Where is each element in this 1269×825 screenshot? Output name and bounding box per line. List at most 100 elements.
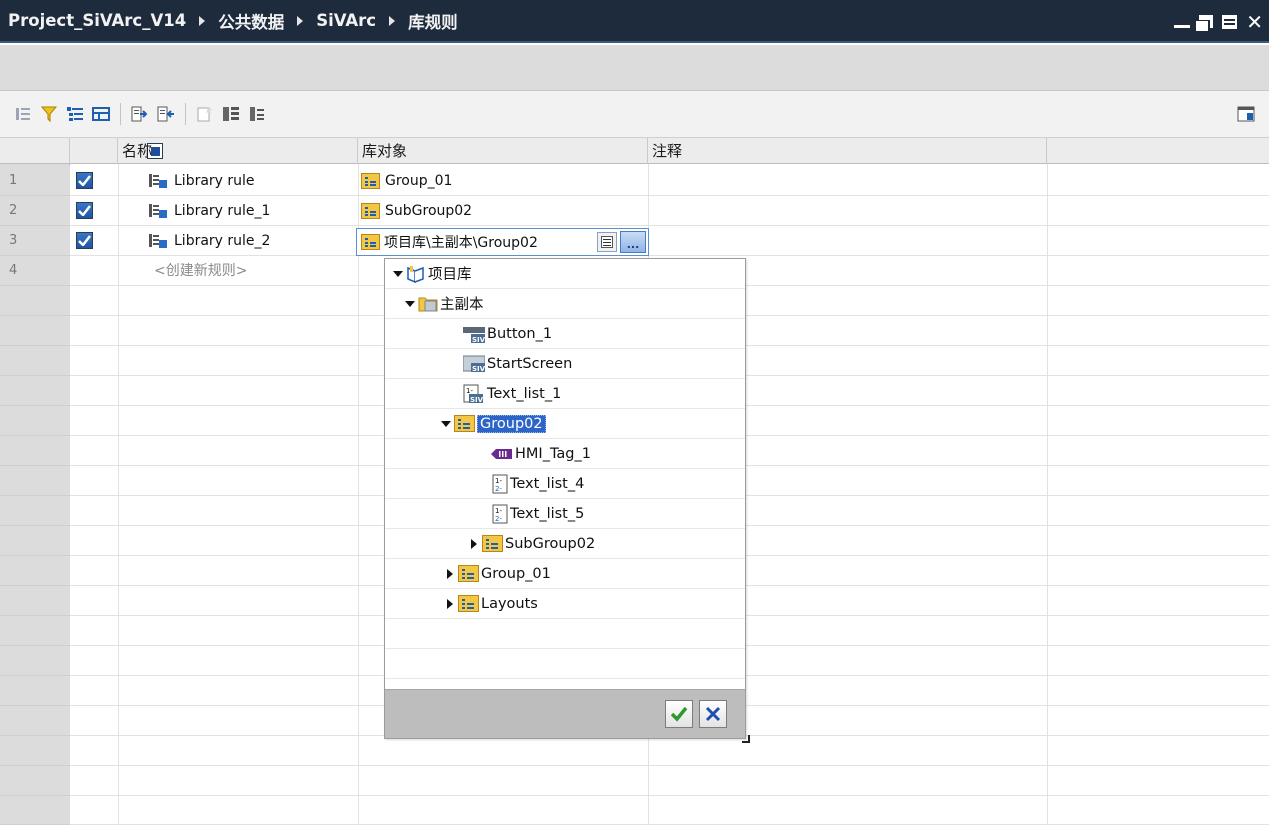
svg-text:1-: 1- — [495, 477, 502, 485]
float-window-icon[interactable] — [1196, 15, 1214, 31]
tree-item-hmi-tag-1[interactable]: HMI_Tag_1 — [385, 439, 745, 469]
maximize-icon[interactable] — [1222, 14, 1238, 29]
cancel-x-icon — [705, 706, 721, 722]
collapsed-arrow-icon[interactable] — [447, 598, 453, 609]
row-number — [0, 586, 70, 616]
breadcrumb-library-rules[interactable]: 库规则 — [408, 9, 458, 33]
column-header-library-object[interactable]: 库对象 — [358, 138, 648, 164]
row-number — [0, 706, 70, 736]
table-header: 名称 库对象 注释 — [0, 138, 1269, 164]
show-details-icon[interactable] — [1235, 103, 1257, 125]
group-folder-icon — [361, 173, 380, 189]
column-header-name[interactable]: 名称 — [118, 138, 358, 164]
group-folder-icon — [482, 535, 503, 552]
library-object-cell[interactable]: Group_01 — [361, 166, 452, 196]
tree-item-project-library[interactable]: 项目库 — [385, 259, 745, 289]
expanded-arrow-icon[interactable] — [441, 420, 451, 427]
collapsed-arrow-icon[interactable] — [471, 538, 477, 549]
filter-icon[interactable] — [38, 103, 60, 125]
svg-text:SIV: SIV — [472, 336, 485, 344]
row-number: 1 — [0, 166, 70, 196]
table-row[interactable]: 1 Library rule Group_01 — [0, 166, 1269, 196]
rule-name-cell[interactable]: Library rule_2 — [148, 226, 270, 256]
tree-item-label: Group02 — [477, 414, 546, 433]
hmi-tag-icon — [491, 448, 512, 459]
library-object-edit-field[interactable]: 项目库\主副本\Group02 ... — [356, 228, 649, 256]
library-object-name: Group_01 — [385, 173, 453, 189]
minimize-icon[interactable] — [1174, 25, 1191, 28]
breadcrumb-common-data[interactable]: 公共数据 — [218, 9, 284, 33]
breadcrumb-sivarc[interactable]: SiVArc — [316, 11, 376, 30]
tree-item-start-screen[interactable]: SIV StartScreen — [385, 349, 745, 379]
tree-item-label: 项目库 — [428, 267, 472, 283]
siv-screen-icon: SIV — [463, 355, 485, 373]
row-number: 4 — [0, 256, 70, 286]
resize-grip-icon[interactable] — [742, 735, 750, 743]
tree-item-button-1[interactable]: SIV Button_1 — [385, 319, 745, 349]
row-number — [0, 676, 70, 706]
export-icon[interactable] — [129, 103, 151, 125]
row-number — [0, 616, 70, 646]
rule-enabled-checkbox[interactable] — [76, 202, 93, 219]
rule-name: Library rule_2 — [174, 233, 271, 249]
rule-name-cell[interactable]: Library rule_1 — [148, 196, 270, 226]
title-bar: Project_SiVArc_V14 公共数据 SiVArc 库规则 ✕ — [0, 0, 1269, 43]
row-number — [0, 736, 70, 766]
tree-view-icon[interactable] — [12, 103, 34, 125]
empty-row — [0, 766, 1269, 796]
library-object-cell[interactable]: SubGroup02 — [361, 196, 472, 226]
rule-enabled-checkbox[interactable] — [76, 232, 93, 249]
tree-item-subgroup02[interactable]: SubGroup02 — [385, 529, 745, 559]
column-header-comment[interactable]: 注释 — [648, 138, 1047, 164]
tree-item-group02[interactable]: Group02 — [385, 409, 745, 439]
breadcrumb-project[interactable]: Project_SiVArc_V14 — [8, 11, 186, 30]
library-rule-icon — [149, 234, 167, 248]
library-object-path: 项目库\主副本\Group02 — [384, 235, 538, 251]
svg-text:SIV: SIV — [470, 396, 484, 404]
collapse-all-icon[interactable] — [90, 103, 112, 125]
table-row[interactable]: 2 Library rule_1 SubGroup02 — [0, 196, 1269, 226]
breadcrumb-separator-icon — [199, 15, 206, 26]
svg-text:1-: 1- — [495, 507, 502, 515]
textlist-icon: 1-2- — [492, 474, 508, 493]
toolbar-separator — [120, 103, 121, 125]
expanded-arrow-icon[interactable] — [393, 270, 403, 277]
list-view-icon[interactable] — [246, 103, 268, 125]
rule-name-cell[interactable]: Library rule — [148, 166, 255, 196]
svg-text:2-: 2- — [495, 515, 502, 523]
row-number: 2 — [0, 196, 70, 226]
confirm-button[interactable] — [665, 700, 693, 728]
tree-item-label: StartScreen — [487, 355, 573, 372]
expanded-arrow-icon[interactable] — [405, 300, 415, 307]
siv-textlist-icon: 1-SIV — [463, 384, 484, 404]
collapsed-arrow-icon[interactable] — [447, 568, 453, 579]
textlist-icon: 1-2- — [492, 504, 508, 523]
tree-item-label: HMI_Tag_1 — [515, 445, 591, 462]
close-icon[interactable]: ✕ — [1246, 12, 1263, 32]
tree-item-group-01[interactable]: Group_01 — [385, 559, 745, 589]
row-number — [0, 496, 70, 526]
create-new-rule[interactable]: <创建新规则> — [154, 256, 247, 286]
import-icon[interactable] — [155, 103, 177, 125]
row-number — [0, 766, 70, 796]
tree-item-layouts[interactable]: Layouts — [385, 589, 745, 619]
list-picker-icon[interactable] — [597, 232, 617, 252]
row-number — [0, 436, 70, 466]
table-view-icon[interactable] — [220, 103, 242, 125]
tree-item-master-copies[interactable]: 主副本 — [385, 289, 745, 319]
rule-enabled-checkbox[interactable] — [76, 172, 93, 189]
tree-item-text-list-5[interactable]: 1- 2- Text_list_5 — [385, 499, 745, 529]
expand-all-icon[interactable] — [64, 103, 86, 125]
group-folder-icon — [454, 415, 475, 432]
checkmark-icon — [670, 706, 688, 722]
tree-item-text-list-1[interactable]: 1- SIV Text_list_1 — [385, 379, 745, 409]
new-rule-icon[interactable] — [194, 103, 216, 125]
row-number: 3 — [0, 226, 70, 256]
tree-item-label: 主副本 — [440, 297, 484, 313]
cancel-button[interactable] — [699, 700, 727, 728]
browse-button[interactable]: ... — [620, 231, 646, 253]
row-number — [0, 316, 70, 346]
tree-item-label: SubGroup02 — [505, 535, 596, 552]
tree-item-label: Text_list_1 — [487, 385, 562, 402]
tree-item-text-list-4[interactable]: 1- 2- Text_list_4 — [385, 469, 745, 499]
